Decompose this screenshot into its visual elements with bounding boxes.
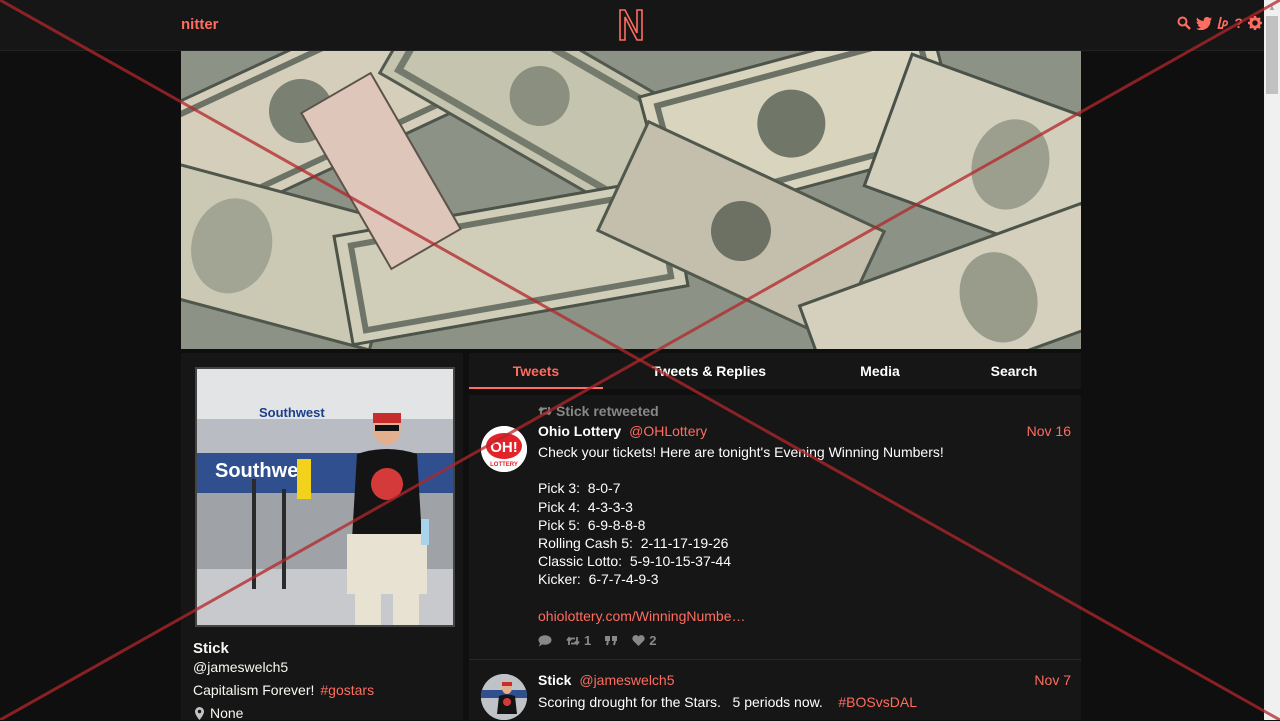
comment-icon (538, 634, 552, 646)
retweet-header: Stick retweeted (538, 403, 659, 419)
site-logo-text[interactable]: nitter (181, 16, 219, 33)
avatar-sign-text-2: Southwe (215, 460, 298, 482)
avatar-photo: Southwest Southwe (197, 369, 453, 625)
retweet-icon (538, 406, 552, 416)
quote-stat[interactable] (605, 635, 618, 646)
timeline-tabs: Tweets Tweets & Replies Media Search (469, 353, 1081, 389)
retweet-count: 1 (584, 633, 592, 648)
tweet-content: Scoring drought for the Stars. 5 periods… (538, 693, 1058, 711)
tweet-avatar[interactable] (481, 674, 527, 720)
tweet-fullname[interactable]: Stick (538, 672, 571, 688)
tweet-header: Stick @jameswelch5 (538, 672, 675, 688)
lottery-logo-text: OH! (490, 439, 518, 456)
profile-card: Southwest Southwe Stick @jameswelch5 Cap… (181, 353, 463, 721)
tab-tweets-replies[interactable]: Tweets & Replies (624, 353, 794, 389)
tweet-avatar[interactable]: OH! LOTTERY (481, 426, 527, 472)
nitter-logo-icon[interactable] (618, 9, 644, 41)
timeline: Stick retweeted OH! LOTTERY Ohio Lottery… (469, 395, 1081, 720)
tab-media[interactable]: Media (825, 353, 935, 389)
liberapay-icon[interactable] (1217, 16, 1229, 30)
tweet-header: Ohio Lottery @OHLottery (538, 423, 707, 439)
tweet-link[interactable]: ohiolottery.com/WinningNumbe… (538, 607, 1058, 625)
heart-icon (632, 635, 645, 646)
nav-icons: ? (1172, 15, 1262, 31)
scroll-up-arrow-icon[interactable]: ▲ (1264, 0, 1280, 16)
search-icon[interactable] (1177, 16, 1192, 30)
ohio-lottery-logo: OH! LOTTERY (481, 426, 527, 472)
retweet-header-text: Stick retweeted (556, 403, 659, 419)
bio-text: Capitalism Forever! (193, 682, 315, 698)
tweet-content: Check your tickets! Here are tonight's E… (538, 444, 944, 588)
timeline-item[interactable]: Stick @jameswelch5 Nov 7 Scoring drought… (469, 660, 1081, 720)
quote-icon (605, 635, 618, 645)
tweet-text: Scoring drought for the Stars. 5 periods… (538, 694, 823, 710)
avatar-sign-text: Southwest (259, 405, 325, 420)
settings-icon[interactable] (1248, 16, 1262, 30)
reply-stat[interactable] (538, 634, 552, 647)
retweet-icon (566, 636, 580, 645)
page-scrollbar[interactable]: ▲ (1264, 0, 1280, 720)
bio-hashtag-link[interactable]: #gostars (320, 682, 374, 698)
timeline-item[interactable]: Stick retweeted OH! LOTTERY Ohio Lottery… (469, 395, 1081, 660)
location-pin-icon (195, 706, 204, 720)
tweet-username[interactable]: @OHLottery (629, 423, 707, 439)
navbar: nitter ? (0, 0, 1264, 51)
retweet-stat[interactable]: 1 (566, 633, 591, 648)
tweet-date[interactable]: Nov 7 (1034, 672, 1071, 688)
help-icon[interactable]: ? (1234, 15, 1243, 31)
tweet-username[interactable]: @jameswelch5 (579, 672, 674, 688)
profile-username[interactable]: @jameswelch5 (193, 659, 288, 675)
lottery-logo-subtext: LOTTERY (490, 462, 518, 468)
tab-tweets[interactable]: Tweets (469, 353, 603, 389)
profile-fullname[interactable]: Stick (193, 640, 229, 657)
tweet-stats: 1 2 (538, 633, 656, 648)
tweet-date[interactable]: Nov 16 (1027, 423, 1071, 439)
scroll-thumb[interactable] (1266, 16, 1278, 94)
stick-avatar-image (481, 674, 527, 720)
tweet-fullname[interactable]: Ohio Lottery (538, 423, 621, 439)
banner-image (181, 51, 1081, 349)
location-text: None (210, 705, 244, 721)
like-count: 2 (649, 633, 657, 648)
twitter-icon[interactable] (1196, 16, 1213, 30)
tab-search[interactable]: Search (959, 353, 1069, 389)
profile-location: None (195, 705, 243, 721)
tweet-hashtag-link[interactable]: #BOSvsDAL (838, 694, 917, 710)
like-stat[interactable]: 2 (632, 633, 656, 648)
profile-avatar[interactable]: Southwest Southwe (195, 367, 455, 627)
profile-bio: Capitalism Forever! #gostars (193, 682, 374, 698)
profile-banner[interactable] (181, 51, 1081, 349)
